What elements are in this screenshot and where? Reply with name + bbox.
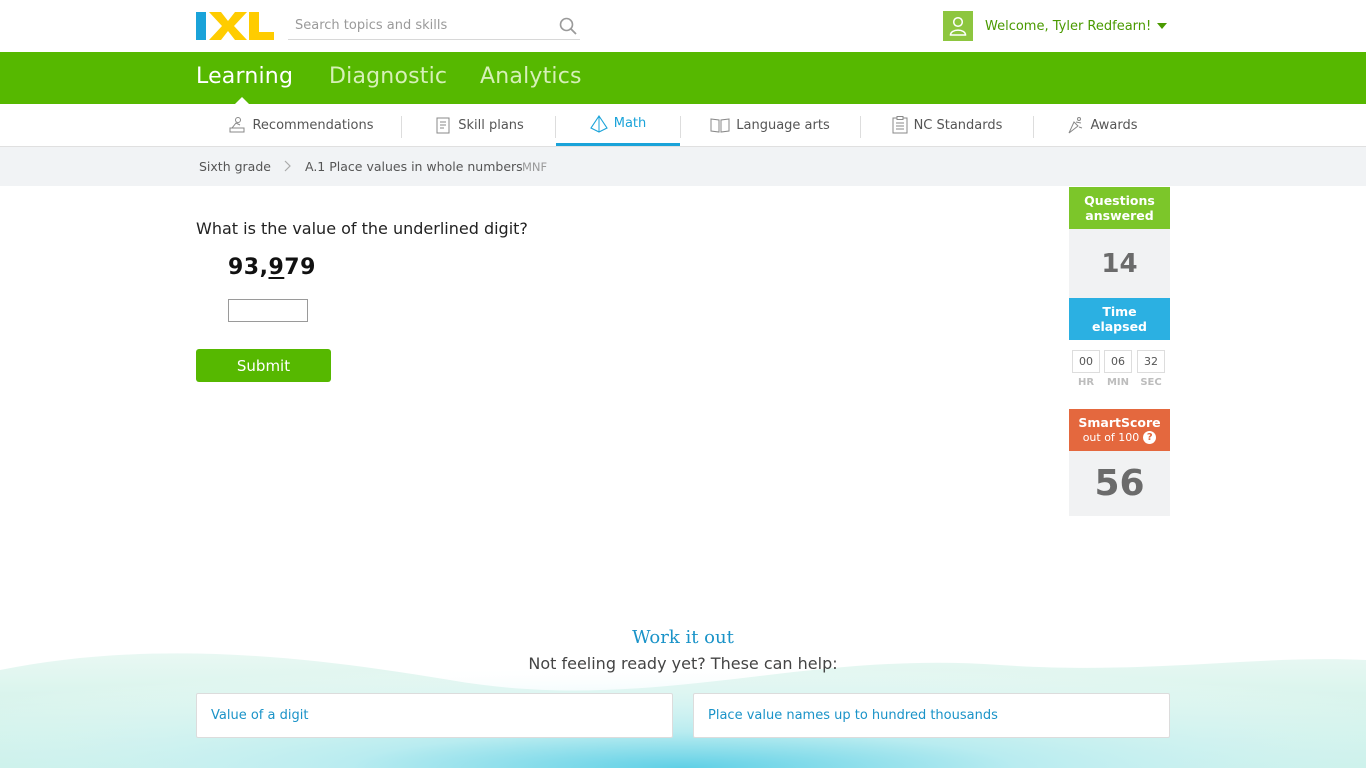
number-part: 93, [228, 255, 269, 280]
search-input[interactable] [288, 12, 548, 39]
breadcrumb-grade[interactable]: Sixth grade [199, 159, 271, 174]
subnav-math[interactable]: Math [556, 104, 680, 146]
time-elapsed-header: Time elapsed [1069, 298, 1170, 340]
breadcrumb-skill: A.1 Place values in whole numbers [305, 159, 523, 174]
minutes-label: MIN [1106, 377, 1130, 388]
search-bar [288, 12, 580, 40]
work-it-out-title: Work it out [632, 627, 734, 648]
skill-plans-icon [436, 117, 450, 134]
main-nav: Learning Diagnostic Analytics [0, 52, 1366, 104]
recommendations-icon [229, 117, 245, 133]
subnav-label: NC Standards [913, 117, 1003, 133]
skill-code: MNF [522, 160, 548, 174]
subnav-label: Recommendations [252, 117, 374, 133]
standards-icon [892, 116, 908, 134]
time-elapsed-box: 00 06 32 HR MIN SEC [1069, 340, 1170, 409]
smartscore-sub: out of 100 ? [1083, 430, 1157, 445]
help-link-place-value-names[interactable]: Place value names up to hundred thousand… [693, 693, 1170, 738]
active-tab-pointer [235, 97, 249, 104]
help-icon[interactable]: ? [1143, 431, 1157, 444]
tab-diagnostic[interactable]: Diagnostic [329, 64, 447, 89]
questions-answered-label: answered [1085, 208, 1154, 223]
number-part: 79 [284, 255, 316, 280]
subnav-skill-plans[interactable]: Skill plans [420, 104, 538, 146]
help-link-value-of-digit[interactable]: Value of a digit [196, 693, 673, 738]
questions-answered-header: Questions answered [1069, 187, 1170, 229]
smartscore-header: SmartScore out of 100 ? [1069, 409, 1170, 451]
submit-button[interactable]: Submit [196, 349, 331, 382]
questions-answered-label: Questions [1084, 193, 1155, 208]
underlined-digit: 9 [268, 255, 285, 280]
sub-nav: Recommendations Skill plans Math Languag… [0, 104, 1366, 147]
subnav-recommendations[interactable]: Recommendations [216, 104, 386, 146]
hours-label: HR [1077, 377, 1095, 388]
subnav-nc-standards[interactable]: NC Standards [882, 104, 1012, 146]
book-icon [710, 118, 730, 133]
chevron-right-icon [284, 160, 291, 172]
user-icon [949, 16, 967, 36]
stats-panel: Questions answered 14 Time elapsed 00 06… [1069, 187, 1170, 516]
awards-icon [1068, 117, 1083, 134]
tab-learning[interactable]: Learning [196, 64, 293, 89]
divider [1033, 116, 1034, 138]
breadcrumb: Sixth grade A.1 Place values in whole nu… [0, 147, 1366, 186]
divider [680, 116, 681, 138]
minutes-value: 06 [1104, 350, 1132, 373]
question-number: 93,979 [228, 255, 316, 280]
smartscore-sub-label: out of 100 [1082, 431, 1140, 444]
top-header: Welcome, Tyler Redfearn! [0, 0, 1366, 52]
questions-answered-value: 14 [1069, 229, 1170, 298]
divider [401, 116, 402, 138]
time-elapsed-label: Time [1102, 304, 1137, 319]
subnav-label: Language arts [736, 117, 830, 133]
smartscore-label: SmartScore [1078, 415, 1161, 430]
search-icon[interactable] [559, 17, 577, 35]
tab-analytics[interactable]: Analytics [480, 64, 582, 89]
subnav-label: Awards [1090, 117, 1138, 133]
seconds-label: SEC [1140, 377, 1162, 388]
subnav-language-arts[interactable]: Language arts [700, 104, 840, 146]
subnav-label: Math [613, 116, 647, 131]
subnav-label: Skill plans [458, 117, 524, 133]
ixl-logo[interactable] [196, 12, 274, 40]
user-menu[interactable]: Welcome, Tyler Redfearn! [943, 11, 1168, 41]
math-icon [589, 114, 608, 133]
answer-input[interactable] [228, 299, 308, 322]
seconds-value: 32 [1137, 350, 1165, 373]
work-it-out-subtitle: Not feeling ready yet? These can help: [528, 654, 838, 673]
welcome-text[interactable]: Welcome, Tyler Redfearn! [985, 19, 1151, 34]
chevron-down-icon[interactable] [1157, 23, 1168, 29]
time-elapsed-label: elapsed [1091, 319, 1147, 334]
question-prompt: What is the value of the underlined digi… [196, 219, 528, 238]
smartscore-value: 56 [1069, 451, 1170, 516]
hours-value: 00 [1072, 350, 1100, 373]
divider [860, 116, 861, 138]
subnav-awards[interactable]: Awards [1052, 104, 1152, 146]
avatar[interactable] [943, 11, 973, 41]
